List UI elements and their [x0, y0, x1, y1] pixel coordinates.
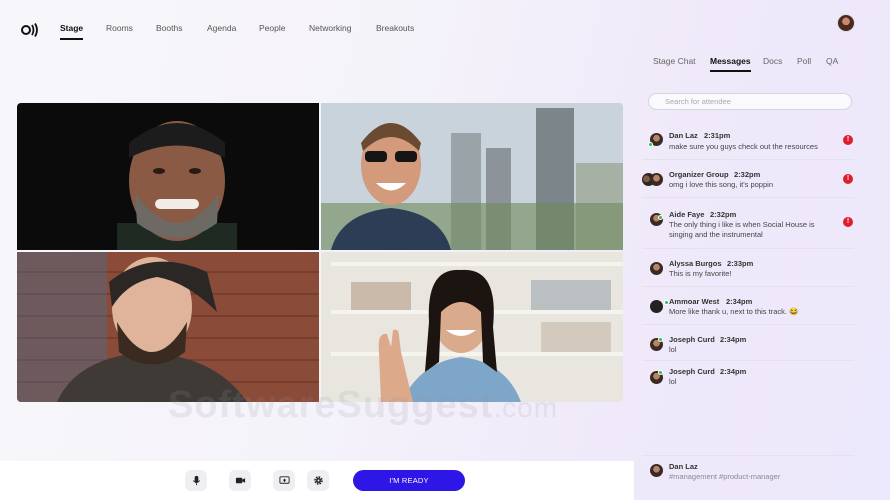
list-item[interactable]: Joseph Curd 2:34pm lol	[642, 361, 854, 393]
message-time: 2:31pm	[704, 131, 731, 140]
screen-share-button[interactable]	[273, 470, 295, 491]
sender-name: Dan Laz	[669, 462, 698, 471]
nav-stage[interactable]: Stage	[60, 23, 84, 40]
sender-name: Aide Faye	[669, 210, 705, 219]
online-indicator	[648, 142, 653, 147]
camera-button[interactable]	[229, 470, 251, 491]
watermark: SoftwareSuggest.com	[168, 384, 559, 426]
user-avatar[interactable]	[837, 14, 855, 32]
online-indicator	[658, 370, 663, 375]
divider	[642, 455, 854, 456]
avatar	[650, 464, 663, 477]
video-tile-speaker-2[interactable]	[321, 103, 623, 250]
microphone-icon	[192, 475, 200, 486]
nav-booths[interactable]: Booths	[156, 23, 182, 33]
unread-badge: !	[843, 217, 853, 227]
message-text: make sure you guys check out the resourc…	[669, 142, 818, 151]
message-text: omg i love this song, it's poppin	[669, 180, 773, 189]
sender-name: Joseph Curd	[669, 335, 715, 344]
list-item[interactable]: Ammoar West 2:34pm More like thank u, ne…	[642, 287, 854, 325]
sender-name: Ammoar West	[669, 297, 720, 306]
message-text: The only thing i like is when Social Hou…	[669, 220, 815, 239]
ready-button[interactable]: I'M READY	[353, 470, 465, 491]
message-text: This is my favorite!	[669, 269, 732, 278]
avatar	[650, 300, 663, 313]
chat-panel: Stage Chat Messages Docs Poll QA Dan Laz…	[634, 44, 890, 500]
nav-breakouts[interactable]: Breakouts	[376, 23, 414, 33]
list-item[interactable]: Alyssa Burgos 2:33pm This is my favorite…	[642, 249, 854, 287]
camera-icon	[235, 477, 245, 484]
attendee-search-input[interactable]	[648, 93, 852, 110]
tab-stage-chat[interactable]: Stage Chat	[653, 56, 696, 66]
stage-video-grid	[17, 103, 623, 402]
avatar	[650, 173, 663, 186]
tab-messages[interactable]: Messages	[710, 56, 751, 72]
message-time: 2:32pm	[710, 210, 737, 219]
list-item[interactable]: Dan Laz 2:31pm make sure you guys check …	[642, 122, 854, 160]
message-time: 2:34pm	[726, 297, 753, 306]
video-tile-speaker-3[interactable]	[17, 252, 319, 402]
sender-name: Organizer Group	[669, 170, 729, 179]
online-indicator	[658, 215, 663, 220]
unread-badge: !	[843, 174, 853, 184]
video-tile-speaker-4[interactable]	[321, 252, 623, 402]
nav-rooms[interactable]: Rooms	[106, 23, 133, 33]
unread-badge: !	[843, 135, 853, 145]
nav-networking[interactable]: Networking	[309, 23, 352, 33]
message-text: lol	[669, 377, 677, 386]
settings-icon	[313, 476, 323, 485]
bottom-message-preview[interactable]: Dan Laz #management #product-manager	[634, 455, 890, 500]
nav-agenda[interactable]: Agenda	[207, 23, 236, 33]
message-time: 2:34pm	[720, 367, 747, 376]
message-time: 2:33pm	[727, 259, 754, 268]
message-text: lol	[669, 345, 677, 354]
online-indicator	[658, 337, 663, 342]
sender-name: Alyssa Burgos	[669, 259, 722, 268]
sender-name: Dan Laz	[669, 131, 698, 140]
settings-button[interactable]	[307, 470, 329, 491]
message-time: 2:34pm	[720, 335, 747, 344]
message-text: More like thank u, next to this track. 😂	[669, 307, 799, 316]
message-time: 2:32pm	[734, 170, 761, 179]
tab-docs[interactable]: Docs	[763, 56, 782, 66]
tab-qa[interactable]: QA	[826, 56, 838, 66]
avatar	[650, 262, 663, 275]
microphone-button[interactable]	[185, 470, 207, 491]
list-item[interactable]: Joseph Curd 2:34pm lol	[642, 325, 854, 361]
list-item[interactable]: Aide Faye 2:32pm The only thing i like i…	[642, 198, 854, 249]
sender-name: Joseph Curd	[669, 367, 715, 376]
list-item[interactable]: Organizer Group 2:32pm omg i love this s…	[642, 160, 854, 198]
member-tags: #management #product-manager	[669, 472, 781, 481]
screen-share-icon	[278, 476, 290, 484]
tab-poll[interactable]: Poll	[797, 56, 811, 66]
video-tile-speaker-1[interactable]	[17, 103, 319, 250]
app-logo-icon[interactable]	[20, 22, 40, 38]
nav-people[interactable]: People	[259, 23, 285, 33]
